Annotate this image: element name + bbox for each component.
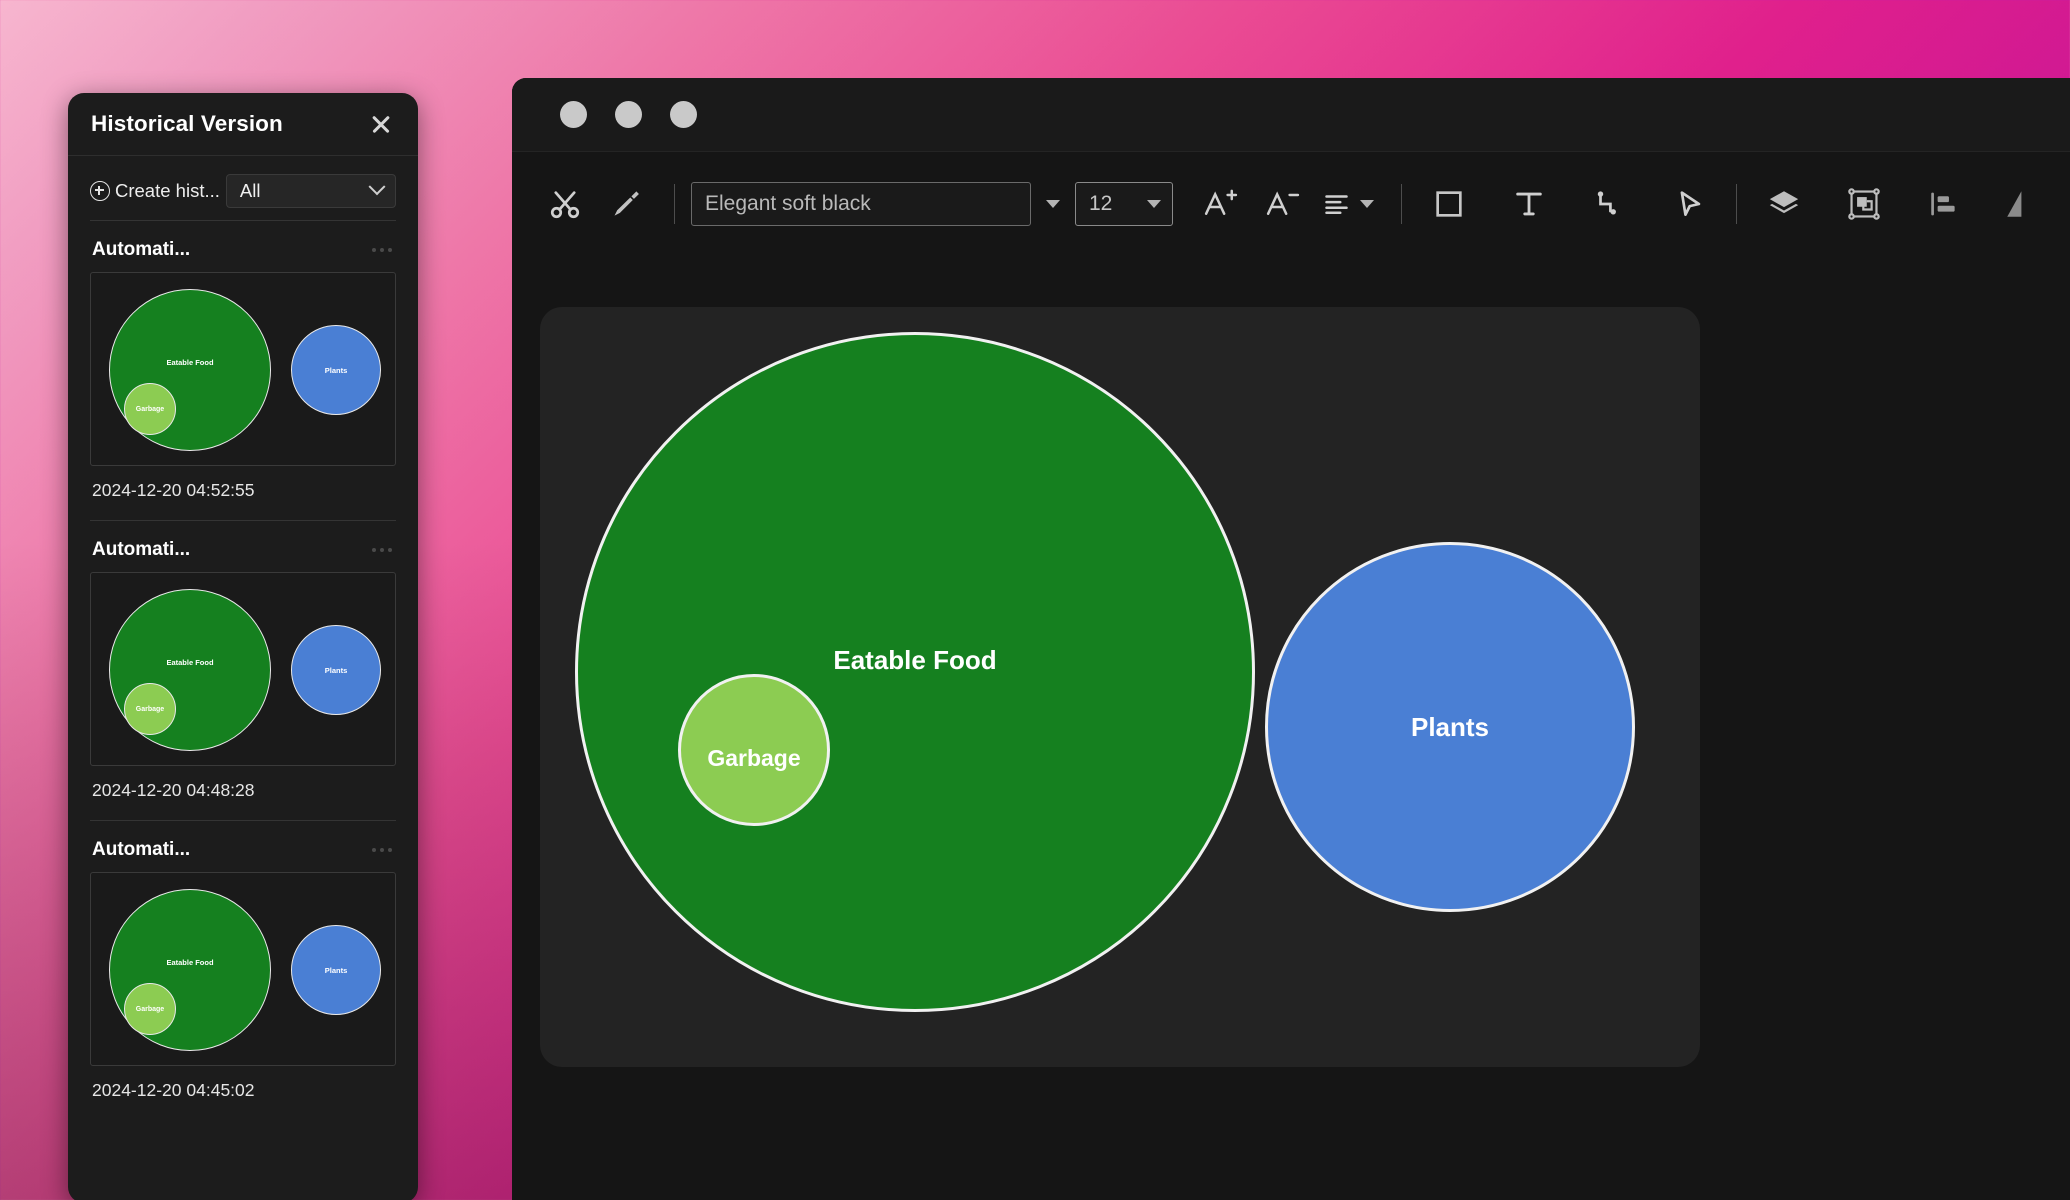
history-item-thumbnail[interactable]: Eatable Food Garbage Plants [90,872,396,1066]
thumb-shape-plants: Plants [291,325,381,415]
text-tool-icon[interactable] [1498,173,1560,235]
align-text-dropdown-icon[interactable] [1360,200,1374,208]
thumb-label-garbage: Garbage [135,706,165,713]
list-item: Automati... Eatable Food Garbage Plants … [90,220,396,520]
thumb-label-plants: Plants [324,666,348,675]
toolbar-separator [674,184,675,224]
list-item: Automati... Eatable Food Garbage Plants … [90,820,396,1120]
cursor-icon[interactable] [1658,173,1720,235]
list-item: Automati... Eatable Food Garbage Plants … [90,520,396,820]
toolbar-separator-3 [1736,184,1737,224]
history-item-thumbnail[interactable]: Eatable Food Garbage Plants [90,272,396,466]
canvas-area[interactable]: Eatable Food Garbage Plants [512,256,2070,1200]
thumb-label-garbage: Garbage [135,406,165,413]
thumb-shape-garbage: Garbage [124,683,176,735]
thumb-shape-garbage: Garbage [124,983,176,1035]
align-left-icon[interactable] [1913,173,1975,235]
chevron-down-glyph [1046,200,1060,208]
history-panel-header: Historical Version [68,93,418,156]
list-item-header: Automati... [90,821,396,872]
history-filter-value: All [239,180,261,201]
historical-version-panel: Historical Version Create hist... All Au… [68,93,418,1200]
increase-font-size-icon[interactable] [1189,173,1251,235]
thumb-label-eatable-food: Eatable Food [166,658,214,667]
thumb-shape-plants: Plants [291,625,381,715]
thumb-shape-plants: Plants [291,925,381,1015]
editor-window: Elegant soft black 12 Eatable Food Garba… [512,78,2070,1200]
history-item-timestamp: 2024-12-20 04:45:02 [92,1080,255,1100]
font-size-input[interactable]: 12 [1075,182,1173,226]
decrease-font-size-icon[interactable] [1251,173,1313,235]
shape-garbage[interactable]: Garbage [678,674,830,826]
font-name-dropdown-icon[interactable] [1031,182,1075,226]
close-icon[interactable] [368,111,394,137]
history-item-timestamp: 2024-12-20 04:48:28 [92,780,255,800]
create-history-button[interactable]: Create hist... [90,180,220,202]
page-title: Historical Version [91,111,283,136]
history-filter-select[interactable]: All [225,174,396,208]
font-name-input[interactable]: Elegant soft black [691,182,1031,226]
thumb-label-plants: Plants [324,366,348,375]
align-text-icon[interactable] [1313,173,1385,235]
font-size-dropdown-icon[interactable] [1147,200,1161,208]
format-painter-icon[interactable] [596,173,658,235]
shape-label-eatable-food: Eatable Food [833,644,997,675]
window-titlebar [512,78,2070,152]
thumb-label-plants: Plants [324,966,348,975]
maximize-dot[interactable] [670,101,697,128]
list-item-header: Automati... [90,221,396,272]
shape-icon[interactable] [1418,173,1480,235]
list-item-header: Automati... [90,521,396,572]
history-item-menu-icon[interactable] [370,244,394,256]
chevron-down-icon [368,178,386,196]
history-item-timestamp: 2024-12-20 04:52:55 [92,480,255,500]
close-dot[interactable] [560,101,587,128]
history-item-name: Automati... [92,839,191,860]
layers-icon[interactable] [1753,173,1815,235]
history-panel-toolbar: Create hist... All [68,156,418,208]
history-item-name: Automati... [92,539,191,560]
diagram-canvas[interactable]: Eatable Food Garbage Plants [540,307,1700,1067]
thumb-label-garbage: Garbage [135,1006,165,1013]
minimize-dot[interactable] [615,101,642,128]
shape-plants[interactable]: Plants [1265,542,1635,912]
thumb-shape-garbage: Garbage [124,383,176,435]
thumb-label-eatable-food: Eatable Food [166,358,214,367]
shape-eatable-food[interactable]: Eatable Food [575,332,1255,1012]
fill-icon[interactable] [1989,173,2051,235]
history-item-name: Automati... [92,239,191,260]
history-item-thumbnail[interactable]: Eatable Food Garbage Plants [90,572,396,766]
cut-icon[interactable] [534,173,596,235]
create-history-label: Create hist... [115,180,220,201]
history-item-menu-icon[interactable] [370,544,394,556]
shape-label-garbage: Garbage [707,744,801,771]
font-name-value: Elegant soft black [705,192,871,215]
font-size-value: 12 [1089,192,1113,215]
shape-label-plants: Plants [1410,711,1490,742]
connector-icon[interactable] [1578,173,1640,235]
history-list: Automati... Eatable Food Garbage Plants … [68,220,418,1120]
history-item-menu-icon[interactable] [370,844,394,856]
group-icon[interactable] [1833,173,1895,235]
thumb-label-eatable-food: Eatable Food [166,958,214,967]
editor-toolbar: Elegant soft black 12 [512,152,2070,256]
toolbar-separator-2 [1401,184,1402,224]
plus-circle-icon [90,181,110,201]
